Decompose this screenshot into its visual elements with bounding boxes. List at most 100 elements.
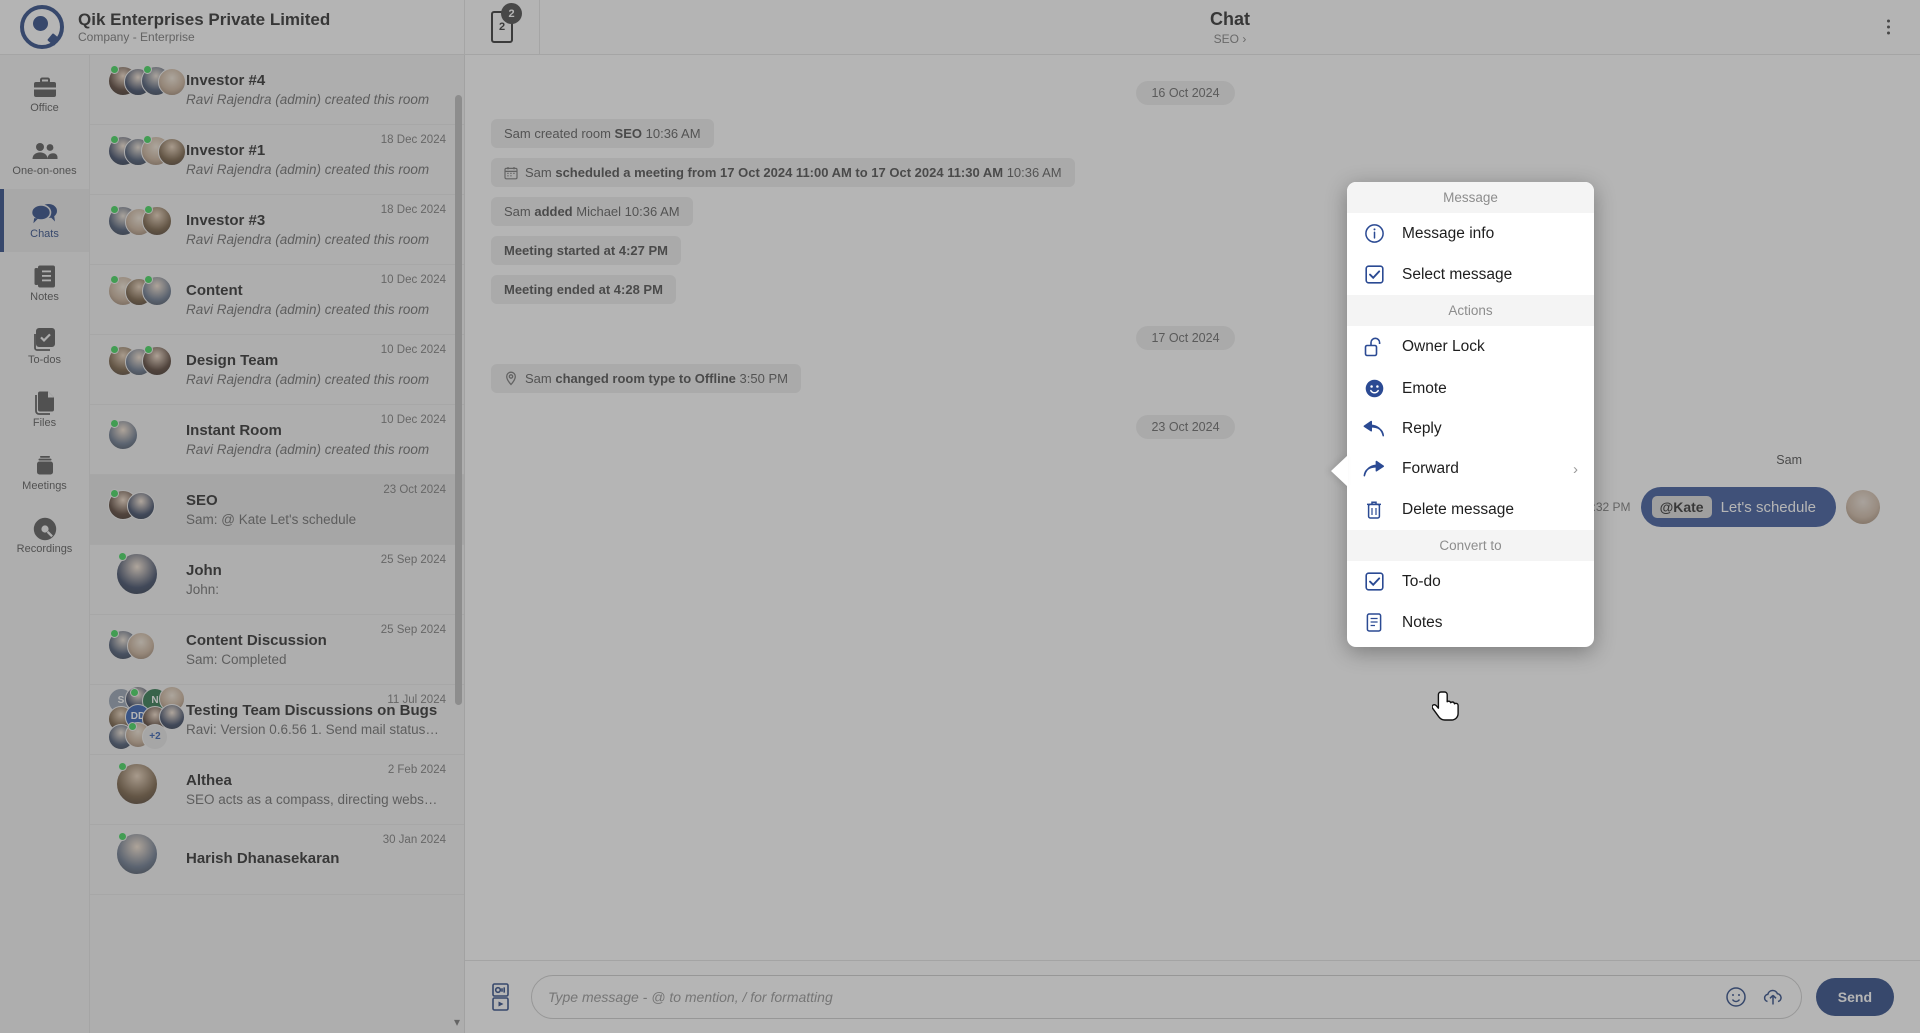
system-message-text: Sam added Michael 10:36 AM bbox=[504, 204, 680, 219]
upload-cloud-icon[interactable] bbox=[1761, 986, 1785, 1008]
calendar-icon bbox=[504, 166, 518, 180]
message-composer: Send bbox=[465, 960, 1920, 1033]
chat-list-item[interactable]: Investor #4Ravi Rajendra (admin) created… bbox=[90, 55, 464, 125]
send-button[interactable]: Send bbox=[1816, 978, 1894, 1016]
more-options-icon[interactable] bbox=[1881, 14, 1896, 41]
system-message: Meeting ended at 4:28 PM bbox=[491, 275, 676, 304]
chat-item-preview: John: bbox=[186, 582, 440, 597]
chat-item-text: Investor #1Ravi Rajendra (admin) created… bbox=[186, 142, 448, 177]
sidebar-item-notes[interactable]: Notes bbox=[0, 252, 89, 315]
sidebar-item-one-on-ones[interactable]: One-on-ones bbox=[0, 126, 89, 189]
chat-list-item[interactable]: Investor #3Ravi Rajendra (admin) created… bbox=[90, 195, 464, 265]
voice-note-icon[interactable] bbox=[485, 982, 517, 1012]
sidebar-item-office[interactable]: Office bbox=[0, 63, 89, 126]
chat-list: Investor #4Ravi Rajendra (admin) created… bbox=[90, 55, 465, 1033]
trash-icon bbox=[1363, 499, 1385, 520]
avatar: +2 bbox=[142, 724, 168, 750]
menu-item-label: Forward bbox=[1402, 460, 1459, 478]
menu-item-reply[interactable]: Reply bbox=[1347, 409, 1594, 449]
sidebar-item-to-dos[interactable]: To-dos bbox=[0, 315, 89, 378]
breadcrumb[interactable]: SEO › bbox=[1214, 32, 1247, 46]
chat-list-item[interactable]: SEOSam: @ Kate Let's schedule23 Oct 2024 bbox=[90, 475, 464, 545]
chat-list-item[interactable]: Investor #1Ravi Rajendra (admin) created… bbox=[90, 125, 464, 195]
conversation-pane: 16 Oct 2024 Sam created room SEO 10:36 A… bbox=[465, 55, 1920, 1033]
sidebar-item-files[interactable]: Files bbox=[0, 378, 89, 441]
menu-item-owner-lock[interactable]: Owner Lock bbox=[1347, 326, 1594, 368]
chat-item-preview: Sam: @ Kate Let's schedule bbox=[186, 512, 440, 527]
menu-item-select-message[interactable]: Select message bbox=[1347, 254, 1594, 295]
chat-list-item[interactable]: AltheaSEO acts as a compass, directing w… bbox=[90, 755, 464, 825]
chat-item-text: SEOSam: @ Kate Let's schedule bbox=[186, 492, 448, 527]
menu-item-label: Message info bbox=[1402, 225, 1494, 243]
menu-item-message-info[interactable]: Message info bbox=[1347, 213, 1594, 254]
scroll-down-icon[interactable]: ▾ bbox=[450, 1015, 464, 1029]
info-circle-icon bbox=[1363, 223, 1385, 244]
message-sender: Sam bbox=[1776, 453, 1802, 467]
chat-list-scroll[interactable]: Investor #4Ravi Rajendra (admin) created… bbox=[90, 55, 464, 1033]
chevron-right-icon: › bbox=[1573, 461, 1578, 478]
chat-item-date: 25 Sep 2024 bbox=[381, 554, 446, 566]
message-input-wrapper[interactable] bbox=[531, 975, 1802, 1019]
notes-doc-icon bbox=[1363, 612, 1385, 633]
chat-item-preview: Ravi Rajendra (admin) created this room bbox=[186, 442, 440, 457]
page-title: Chat bbox=[1210, 9, 1250, 30]
app-logo-icon bbox=[20, 5, 64, 49]
chat-list-item[interactable]: Instant RoomRavi Rajendra (admin) create… bbox=[90, 405, 464, 475]
message-row: 12:32 PM @Kate Let's schedule bbox=[1579, 487, 1880, 527]
checkbox-icon bbox=[1363, 571, 1385, 592]
menu-item-emote[interactable]: Emote bbox=[1347, 368, 1594, 409]
chat-item-text: ContentRavi Rajendra (admin) created thi… bbox=[186, 282, 448, 317]
chat-bubble-icon bbox=[31, 202, 58, 226]
emoji-icon[interactable] bbox=[1725, 986, 1747, 1008]
chat-list-item[interactable]: Content DiscussionSam: Completed25 Sep 2… bbox=[90, 615, 464, 685]
phone-badge: 2 bbox=[501, 3, 522, 24]
checkbox-icon bbox=[1363, 264, 1385, 285]
kebab-dot bbox=[1887, 26, 1890, 29]
menu-item-to-do[interactable]: To-do bbox=[1347, 561, 1594, 602]
menu-item-delete-message[interactable]: Delete message bbox=[1347, 489, 1594, 530]
app-root: Qik Enterprises Private Limited Company … bbox=[0, 0, 1920, 1033]
menu-item-forward[interactable]: Forward › bbox=[1347, 449, 1594, 489]
system-message-text: Sam created room SEO 10:36 AM bbox=[504, 126, 701, 141]
mention-chip[interactable]: @Kate bbox=[1652, 496, 1712, 518]
message-scroll: 16 Oct 2024 Sam created room SEO 10:36 A… bbox=[465, 55, 1920, 960]
avatar-group bbox=[108, 552, 186, 608]
sidebar-item-recordings[interactable]: Recordings bbox=[0, 504, 89, 567]
avatar bbox=[158, 138, 186, 166]
chat-list-item[interactable]: ContentRavi Rajendra (admin) created thi… bbox=[90, 265, 464, 335]
chat-list-item[interactable]: Harish Dhanasekaran30 Jan 2024 bbox=[90, 825, 464, 895]
online-indicator bbox=[144, 205, 153, 214]
message-bubble[interactable]: @Kate Let's schedule bbox=[1641, 487, 1836, 527]
sidebar-item-meetings[interactable]: Meetings bbox=[0, 441, 89, 504]
date-separator: 16 Oct 2024 bbox=[491, 81, 1880, 105]
avatar bbox=[127, 492, 155, 520]
chat-list-item[interactable]: Design TeamRavi Rajendra (admin) created… bbox=[90, 335, 464, 405]
chat-list-scrollbar[interactable] bbox=[455, 95, 462, 705]
chat-item-title: Harish Dhanasekaran bbox=[186, 850, 440, 867]
system-message-row: Meeting started at 4:27 PM bbox=[491, 236, 1880, 275]
system-message-text: Sam changed room type to Offline 3:50 PM bbox=[525, 371, 788, 386]
message-input[interactable] bbox=[548, 989, 1711, 1005]
system-message-row: Sam created room SEO 10:36 AM bbox=[491, 119, 1880, 158]
phone-icon: 2 2 bbox=[491, 11, 513, 43]
date-separator-label: 16 Oct 2024 bbox=[1136, 81, 1234, 105]
notes-icon bbox=[33, 265, 57, 289]
system-message-row: Meeting ended at 4:28 PM bbox=[491, 275, 1880, 314]
online-indicator bbox=[118, 552, 127, 561]
sidebar-item-label: Meetings bbox=[22, 481, 67, 492]
menu-item-notes[interactable]: Notes bbox=[1347, 602, 1594, 643]
phone-button[interactable]: 2 2 bbox=[465, 0, 540, 54]
sidebar-item-label: Office bbox=[30, 103, 59, 114]
chat-item-date: 18 Dec 2024 bbox=[381, 204, 446, 216]
system-message: Sam scheduled a meeting from 17 Oct 2024… bbox=[491, 158, 1075, 187]
system-message: Sam added Michael 10:36 AM bbox=[491, 197, 693, 226]
chat-list-item[interactable]: JohnJohn:25 Sep 2024 bbox=[90, 545, 464, 615]
chat-item-preview: Sam: Completed bbox=[186, 652, 440, 667]
avatar-group bbox=[108, 412, 186, 468]
online-indicator bbox=[110, 275, 119, 284]
chat-list-item[interactable]: SNDD+2Testing Team Discussions on BugsRa… bbox=[90, 685, 464, 755]
context-menu-section-header: Actions bbox=[1347, 295, 1594, 326]
chat-item-date: 10 Dec 2024 bbox=[381, 414, 446, 426]
sidebar-item-chats[interactable]: Chats bbox=[0, 189, 89, 252]
body: OfficeOne-on-onesChatsNotesTo-dosFilesMe… bbox=[0, 55, 1920, 1033]
